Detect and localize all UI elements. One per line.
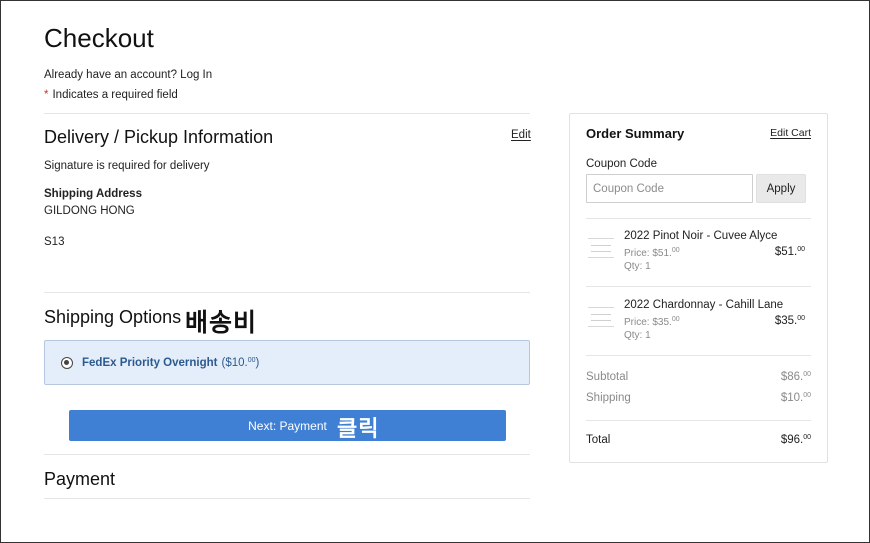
- subtotal-value: $86.00: [780, 371, 811, 383]
- shipping-address-label: Shipping Address: [44, 188, 142, 200]
- divider: [586, 355, 811, 356]
- divider: [44, 292, 530, 293]
- cart-item-qty: Qty: 1: [624, 261, 651, 272]
- signature-note: Signature is required for delivery: [44, 160, 210, 172]
- divider: [586, 218, 811, 219]
- cart-item-total: $35.00: [774, 315, 805, 327]
- click-annotation: 클릭: [337, 417, 380, 442]
- required-note-text: Indicates a required field: [52, 89, 178, 101]
- cart-item-qty: Qty: 1: [624, 330, 651, 341]
- order-summary-title: Order Summary: [586, 126, 685, 141]
- required-field-note: * Indicates a required field: [44, 89, 178, 101]
- wine-label-thumbnail: [588, 238, 614, 258]
- divider: [586, 286, 811, 287]
- shipping-fee-annotation: 배송비: [185, 308, 258, 337]
- page-title: Checkout: [44, 23, 154, 53]
- delivery-edit-link[interactable]: Edit: [511, 129, 531, 141]
- divider: [44, 498, 530, 499]
- checkout-page: Checkout Already have an account? Log In…: [0, 0, 870, 543]
- shipping-address-name: GILDONG HONG: [44, 205, 135, 217]
- shipping-option-label: FedEx Priority Overnight: [82, 356, 218, 369]
- next-payment-label: Next: Payment: [248, 418, 327, 433]
- shipping-address-line: S13: [44, 236, 65, 248]
- cart-item-price: Price: $51.00: [624, 247, 680, 259]
- shipping-label: Shipping: [586, 392, 631, 404]
- cart-item-total: $51.00: [774, 246, 805, 258]
- subtotal-label: Subtotal: [586, 371, 629, 383]
- shipping-option-price: ($10.00): [221, 356, 260, 369]
- cart-item-price: Price: $35.00: [624, 316, 680, 328]
- delivery-section-title: Delivery / Pickup Information: [44, 127, 274, 147]
- payment-section-title: Payment: [44, 469, 116, 489]
- cart-item: 2022 Pinot Noir - Cuvee Alyce Price: $51…: [586, 230, 811, 286]
- apply-coupon-button[interactable]: Apply: [756, 174, 806, 203]
- cart-item-name: 2022 Pinot Noir - Cuvee Alyce: [624, 230, 778, 242]
- next-payment-button[interactable]: Next: Payment: [69, 410, 506, 441]
- login-prompt[interactable]: Already have an account? Log In: [44, 69, 212, 81]
- total-label: Total: [586, 434, 611, 446]
- cart-item: 2022 Chardonnay - Cahill Lane Price: $35…: [586, 299, 811, 355]
- order-summary-panel: Order Summary Edit Cart Coupon Code Appl…: [569, 113, 828, 463]
- shipping-value: $10.00: [780, 392, 811, 404]
- divider: [586, 420, 811, 421]
- wine-label-thumbnail: [588, 307, 614, 327]
- radio-selected-icon[interactable]: [61, 356, 73, 369]
- total-value: $96.00: [780, 434, 811, 446]
- divider: [44, 113, 530, 114]
- required-star: *: [44, 89, 49, 101]
- shipping-options-title: Shipping Options: [44, 307, 182, 327]
- shipping-option-fedex[interactable]: FedEx Priority Overnight ($10.00): [44, 340, 530, 385]
- cart-item-name: 2022 Chardonnay - Cahill Lane: [624, 299, 784, 311]
- edit-cart-link[interactable]: Edit Cart: [770, 127, 811, 139]
- coupon-code-input[interactable]: [586, 174, 753, 203]
- coupon-code-label: Coupon Code: [586, 158, 657, 170]
- divider: [44, 454, 530, 455]
